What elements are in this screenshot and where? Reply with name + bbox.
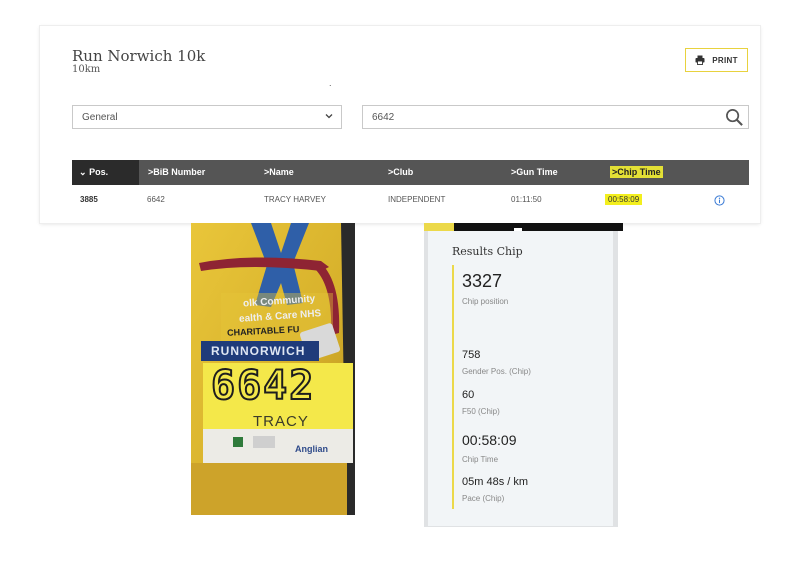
sponsor-text: Anglian xyxy=(295,444,328,454)
table-row[interactable]: 3885 6642 TRACY HARVEY INDEPENDENT 01:11… xyxy=(72,186,749,214)
print-label: PRINT xyxy=(712,55,738,65)
sort-chevron-icon: ⌄ xyxy=(79,167,87,177)
results-chip-card: Results Chip 3327 Chip position 758 Gend… xyxy=(424,223,623,527)
bib-banner-text: RUNNORWICH xyxy=(211,344,306,358)
print-button[interactable]: PRINT xyxy=(685,48,748,72)
category-select-value: General xyxy=(82,111,118,123)
stat-chip-position-label: Chip position xyxy=(462,297,509,306)
bib-name: TRACY xyxy=(253,413,309,430)
bib-photo: olk Community ealth & Care NHS CHARITABL… xyxy=(191,223,355,515)
stat-chip-time-value: 00:58:09 xyxy=(462,432,517,448)
stat-category-label: F50 (Chip) xyxy=(462,407,500,416)
table-header: ⌄ Pos. >BiB Number >Name >Club >Gun Time… xyxy=(72,160,749,185)
column-header-pos[interactable]: ⌄ Pos. xyxy=(72,160,139,185)
printer-icon xyxy=(695,55,705,65)
cell-bib: 6642 xyxy=(147,195,165,204)
column-header-name[interactable]: >Name xyxy=(264,160,294,185)
bib-number: 6642 xyxy=(210,362,316,410)
chevron-down-icon xyxy=(325,114,333,119)
card-top-gap xyxy=(514,228,522,231)
column-header-chip-time-label: >Chip Time xyxy=(610,166,663,178)
stat-gender-pos-value: 758 xyxy=(462,349,481,361)
column-header-club[interactable]: >Club xyxy=(388,160,413,185)
stat-chip-position-value: 3327 xyxy=(462,271,503,291)
race-title: Run Norwich 10k xyxy=(72,47,206,65)
cell-name: TRACY HARVEY xyxy=(264,195,326,204)
cell-pos: 3885 xyxy=(80,195,98,204)
race-distance: 10km xyxy=(72,64,101,75)
stat-category-value: 60 xyxy=(462,389,475,401)
results-panel: Run Norwich 10k 10km . PRINT General 664… xyxy=(40,26,760,223)
bib-search-input[interactable]: 6642 xyxy=(362,105,749,129)
info-icon[interactable] xyxy=(714,195,725,206)
category-select[interactable]: General xyxy=(72,105,342,129)
card-top-bar xyxy=(454,223,623,231)
column-header-chip-time[interactable]: >Chip Time xyxy=(610,160,663,185)
column-header-gun-time[interactable]: >Gun Time xyxy=(511,160,558,185)
cell-chip-time: 00:58:09 xyxy=(605,186,643,214)
dot-mark: . xyxy=(329,78,332,88)
cell-club: INDEPENDENT xyxy=(388,195,446,204)
stat-chip-time-label: Chip Time xyxy=(462,455,499,464)
column-header-bib[interactable]: >BiB Number xyxy=(148,160,205,185)
card-accent-bar xyxy=(452,265,454,509)
cell-chip-time-value: 00:58:09 xyxy=(605,194,643,205)
search-icon[interactable] xyxy=(725,108,744,127)
stat-pace-label: Pace (Chip) xyxy=(462,494,505,503)
cell-gun-time: 01:11:50 xyxy=(511,195,542,204)
search-input-value: 6642 xyxy=(372,111,395,123)
results-chip-title: Results Chip xyxy=(452,245,523,258)
stat-gender-pos-label: Gender Pos. (Chip) xyxy=(462,367,531,376)
card-accent-strip xyxy=(424,223,454,231)
column-header-pos-label: Pos. xyxy=(89,167,109,177)
stat-pace-value: 05m 48s / km xyxy=(462,476,529,488)
